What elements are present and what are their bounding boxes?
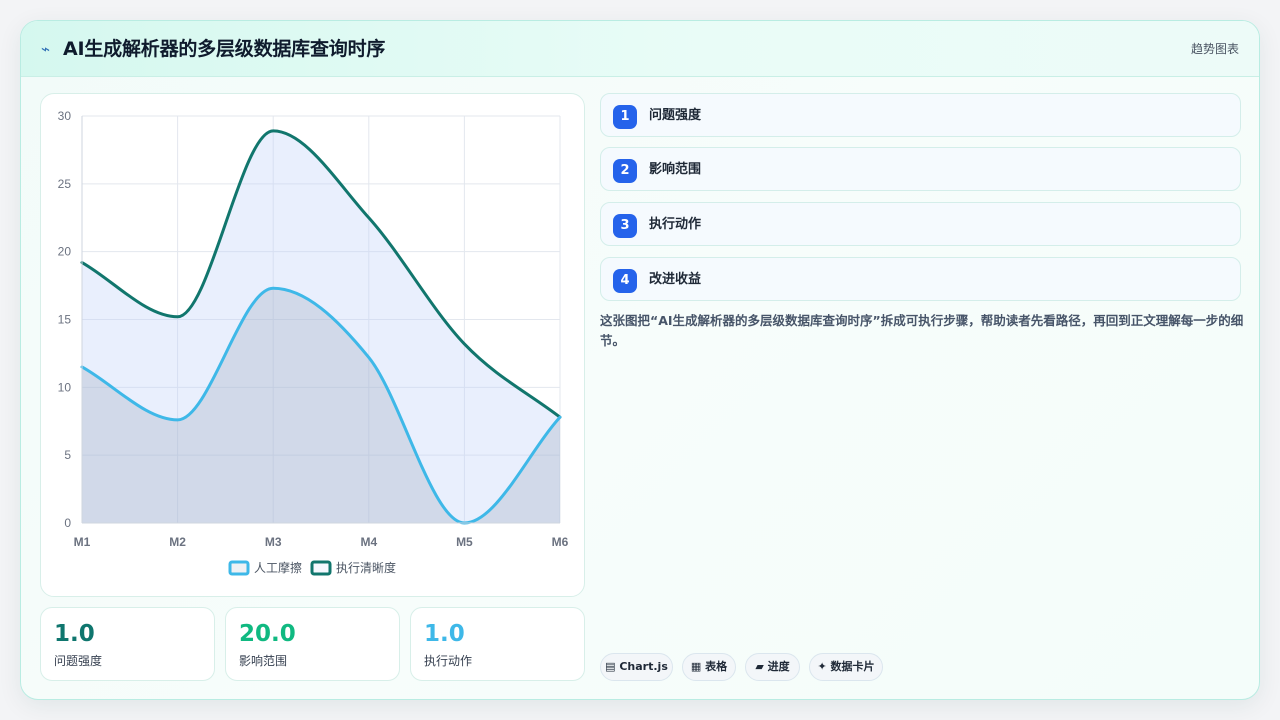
progress-icon: ▰ <box>755 660 764 673</box>
step-number-badge: 3 <box>613 214 637 238</box>
stat-label: 问题强度 <box>54 654 103 668</box>
y-tick-label: 30 <box>58 109 72 123</box>
stat-value: 1.0 <box>54 621 95 647</box>
x-tick-label: M4 <box>360 535 377 549</box>
step-item-2[interactable]: 2 影响范围 <box>600 147 1241 191</box>
chip-table[interactable]: ▦ 表格 <box>682 653 736 681</box>
chart-description: 这张图把“AI生成解析器的多层级数据库查询时序”拆成可执行步骤，帮助读者先看路径… <box>600 313 1244 348</box>
stat-value: 1.0 <box>424 621 465 647</box>
stat-card-1: 20.0 影响范围 <box>225 607 400 681</box>
y-tick-label: 10 <box>58 380 72 394</box>
legend-swatch <box>310 560 332 576</box>
y-tick-label: 0 <box>64 516 71 530</box>
chip-label: 进度 <box>767 660 790 673</box>
step-number-badge: 4 <box>613 269 637 293</box>
step-label: 影响范围 <box>649 162 702 177</box>
chart-icon: ▤ <box>605 660 616 673</box>
stat-label: 执行动作 <box>424 654 473 668</box>
x-tick-label: M2 <box>169 535 186 549</box>
chart-line-icon: ⌁ <box>41 40 51 58</box>
legend-label: 人工摩擦 <box>254 560 302 575</box>
page-title: AI生成解析器的多层级数据库查询时序 <box>63 38 386 60</box>
legend-swatch <box>228 560 250 576</box>
step-number-badge: 1 <box>613 105 637 129</box>
chip-progress[interactable]: ▰ 进度 <box>745 653 800 681</box>
step-label: 问题强度 <box>649 108 702 123</box>
chip-data-card[interactable]: ✦ 数据卡片 <box>809 653 883 681</box>
card-header: ⌁ AI生成解析器的多层级数据库查询时序 趋势图表 <box>21 21 1259 77</box>
chart-panel: 0 5 10 15 20 25 30 M1 M2 M3 M4 M5 M6 人工摩擦 执行清晰度 <box>40 93 585 597</box>
step-item-4[interactable]: 4 改进收益 <box>600 257 1241 301</box>
step-label: 执行动作 <box>649 217 702 232</box>
chart-type-tag: 趋势图表 <box>1190 42 1239 56</box>
stat-label: 影响范围 <box>239 654 288 668</box>
chip-label: Chart.js <box>619 660 668 673</box>
line-chart: 0 5 10 15 20 25 30 M1 M2 M3 M4 M5 M6 人工摩擦 执行清晰度 <box>58 109 569 576</box>
y-tick-label: 15 <box>58 313 72 327</box>
x-tick-label: M3 <box>265 535 282 549</box>
stat-card-2: 1.0 执行动作 <box>410 607 585 681</box>
step-number-badge: 2 <box>613 159 637 183</box>
chip-chartjs[interactable]: ▤ Chart.js <box>600 653 673 681</box>
step-item-1[interactable]: 1 问题强度 <box>600 93 1241 137</box>
legend-label: 执行清晰度 <box>336 560 396 575</box>
sparkle-icon: ✦ <box>817 660 827 673</box>
stat-value: 20.0 <box>239 621 296 647</box>
x-tick-label: M6 <box>552 535 569 549</box>
x-tick-label: M1 <box>74 535 91 549</box>
y-tick-label: 20 <box>58 245 72 259</box>
table-icon: ▦ <box>690 660 702 673</box>
step-item-3[interactable]: 3 执行动作 <box>600 202 1241 246</box>
y-tick-label: 25 <box>58 177 72 191</box>
chip-label: 表格 <box>705 660 728 673</box>
step-label: 改进收益 <box>649 272 702 287</box>
x-tick-label: M5 <box>456 535 473 549</box>
stat-card-0: 1.0 问题强度 <box>40 607 215 681</box>
chip-label: 数据卡片 <box>830 660 875 673</box>
y-tick-label: 5 <box>64 448 71 462</box>
main-card: ⌁ AI生成解析器的多层级数据库查询时序 趋势图表 0 5 10 15 20 25 30 M1… <box>20 20 1260 700</box>
